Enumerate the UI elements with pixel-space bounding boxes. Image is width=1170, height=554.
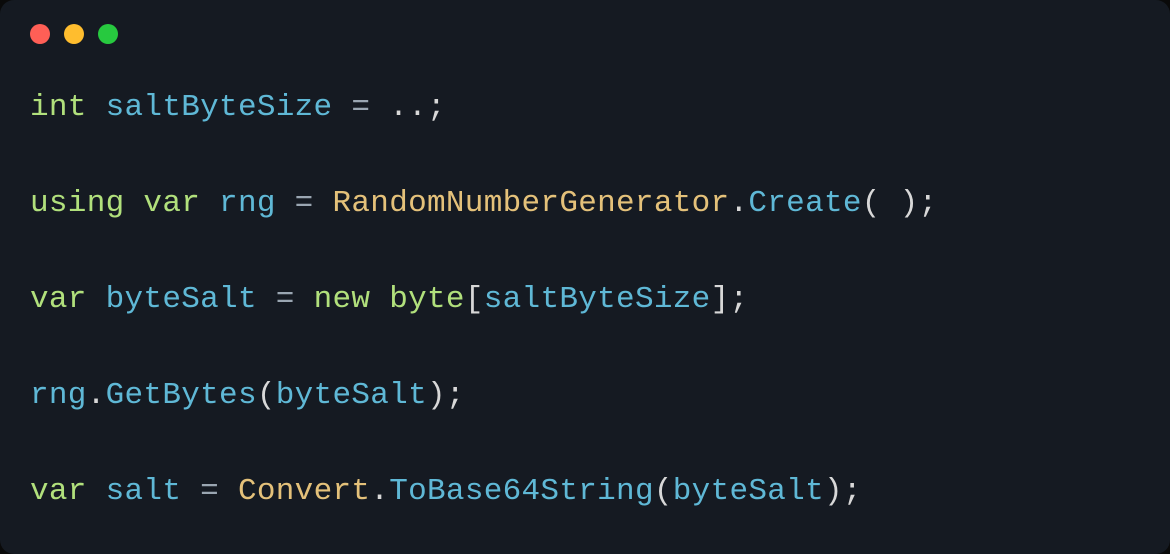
code-line: rng.GetBytes(byteSalt); [30,372,1140,420]
code-token-op: = [351,90,370,125]
code-window: int saltByteSize = ..; using var rng = R… [0,0,1170,554]
code-token-kw: byte [389,282,465,317]
code-token-kw: var [30,474,87,509]
code-token-punc: . [729,186,748,221]
code-line: var byteSalt = new byte[saltByteSize]; [30,276,1140,324]
code-token-ident: salt [106,474,182,509]
code-token-punc: ; [729,282,748,317]
code-token-kw: new [314,282,371,317]
code-token-ident: byteSalt [276,378,427,413]
code-token-class: Convert [238,474,370,509]
code-token-punc: . [87,378,106,413]
code-line: var salt = Convert.ToBase64String(byteSa… [30,468,1140,516]
code-token-op: = [200,474,219,509]
code-token-class: RandomNumberGenerator [332,186,729,221]
code-token-ident: saltByteSize [484,282,711,317]
close-icon[interactable] [30,24,50,44]
code-token-kw: var [30,282,87,317]
code-token-ident: byteSalt [106,282,257,317]
code-token-punc: . [370,474,389,509]
code-line [30,132,1140,180]
code-token-punc: ; [843,474,862,509]
code-block: int saltByteSize = ..; using var rng = R… [0,54,1170,546]
code-token-kw: var [143,186,200,221]
code-token-punc: ( [654,474,673,509]
code-line [30,420,1140,468]
minimize-icon[interactable] [64,24,84,44]
code-token-op: = [295,186,314,221]
code-token-punc: ( ) [862,186,919,221]
code-token-punc: ) [824,474,843,509]
code-token-punc: ; [919,186,938,221]
code-token-punc: ] [711,282,730,317]
code-token-ident: byteSalt [673,474,824,509]
code-line [30,324,1140,372]
code-token-dots: .. [389,90,427,125]
code-token-punc: [ [465,282,484,317]
window-titlebar [0,0,1170,54]
code-token-method: Create [748,186,861,221]
code-token-punc: ) [427,378,446,413]
code-token-punc: ( [257,378,276,413]
code-token-punc: ; [427,90,446,125]
code-token-kw: using [30,186,125,221]
code-token-ident: rng [30,378,87,413]
code-line [30,228,1140,276]
code-token-kw: int [30,90,87,125]
code-token-method: GetBytes [106,378,257,413]
code-line: using var rng = RandomNumberGenerator.Cr… [30,180,1140,228]
code-token-method: ToBase64String [389,474,654,509]
code-line: int saltByteSize = ..; [30,84,1140,132]
code-token-ident: saltByteSize [106,90,333,125]
code-token-punc: ; [446,378,465,413]
code-token-ident: rng [219,186,276,221]
code-token-op: = [276,282,295,317]
zoom-icon[interactable] [98,24,118,44]
